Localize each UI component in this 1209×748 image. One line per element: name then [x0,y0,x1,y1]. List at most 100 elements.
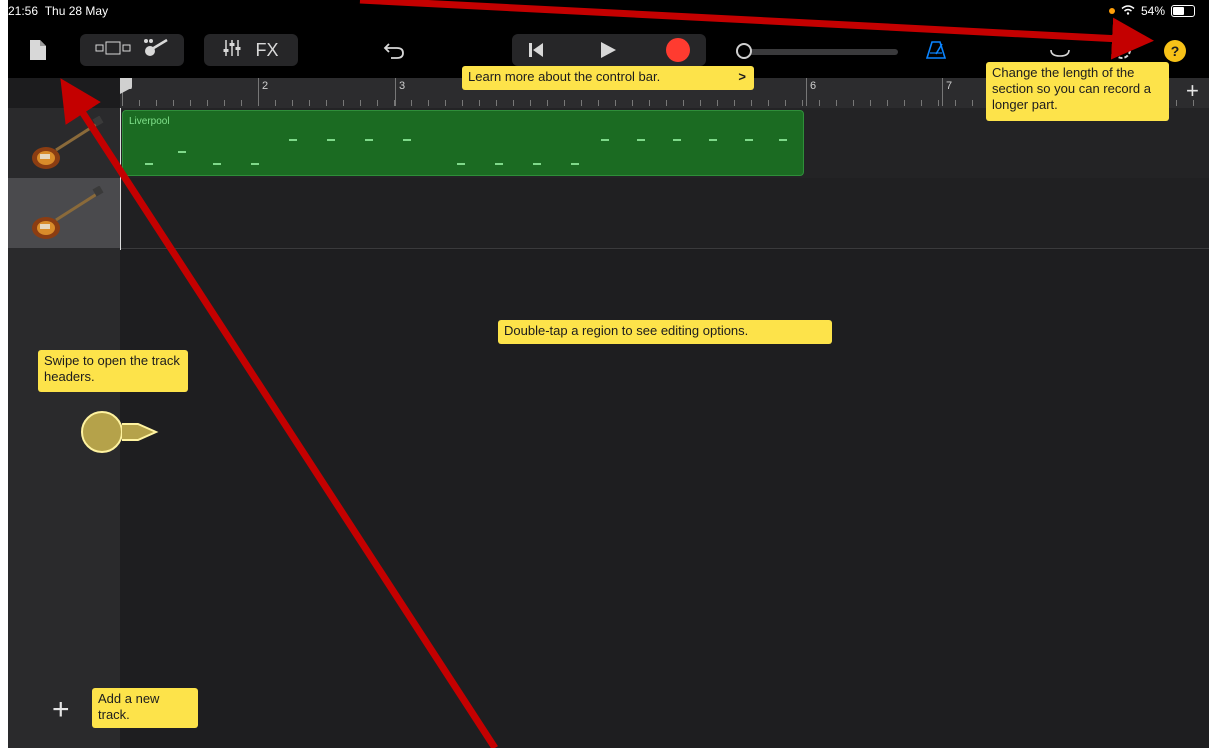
note [571,163,579,165]
note [289,139,297,141]
ruler-tick [564,100,565,106]
ruler-tick [445,100,446,106]
ruler-tick [802,100,803,106]
record-icon[interactable] [666,38,690,62]
help-icon[interactable]: ? [1164,40,1186,62]
playhead-line [120,108,121,250]
ruler-tick [326,100,327,106]
bar-number: 3 [399,80,406,92]
fx-button[interactable]: FX [255,40,278,61]
ruler-tick [547,100,548,106]
loop-icon[interactable] [1048,38,1072,62]
ruler-tick [462,100,463,106]
note [601,139,609,141]
ruler-tick [241,100,242,106]
document-icon[interactable] [24,36,52,64]
ruler-tick [972,100,973,106]
note [745,139,753,141]
ruler-tick [224,100,225,106]
ruler-tick [598,100,599,106]
bar-number: 7 [946,80,953,92]
ruler-tick [819,100,820,106]
note [637,139,645,141]
instrument-browser-icon[interactable] [143,38,169,63]
add-track-icon[interactable]: + [52,695,70,725]
ruler-tick [428,100,429,106]
ruler-tick [207,100,208,106]
ruler-tick [938,100,939,106]
ruler-tick [581,100,582,106]
ruler-tick [887,100,888,106]
control-bar-tip[interactable]: Learn more about the control bar. > [462,66,754,90]
volume-slider[interactable] [736,49,898,55]
battery-percent: 54% [1140,4,1165,18]
note [709,139,717,141]
metronome-icon[interactable] [924,38,948,62]
ruler-tick [530,100,531,106]
ruler-tick [156,100,157,106]
ruler-tick [785,100,786,106]
note [495,163,503,165]
track-lane-2[interactable] [120,178,1209,249]
region-name: Liverpool [129,116,170,127]
undo-icon[interactable] [380,36,408,64]
bass-guitar-icon [26,115,104,179]
ruler-tick [632,100,633,106]
audio-region[interactable]: Liverpool [122,110,804,176]
ruler-tick [836,100,837,106]
ruler-tick [666,100,667,106]
view-toggle-icon[interactable] [95,41,131,60]
note [213,163,221,165]
ruler-tick [275,100,276,106]
ruler-tick [1176,100,1177,106]
bar-line [806,78,807,106]
ruler-tick [768,100,769,106]
ruler-tick [360,100,361,106]
ruler-tick [870,100,871,106]
ruler-tick [190,100,191,106]
bar-line [942,78,943,106]
ruler-tick [615,100,616,106]
add-track-tip: Add a new track. [92,688,198,728]
note [533,163,541,165]
bar-number: 2 [262,80,269,92]
ruler-tick [751,100,752,106]
swipe-gesture-icon [78,410,162,459]
section-length-tip: Change the length of the section so you … [986,62,1169,121]
note [145,163,153,165]
note [779,139,787,141]
ruler-tick [122,100,123,106]
ruler-tick [411,100,412,106]
ruler-tick [173,100,174,106]
add-section-icon[interactable]: + [1186,80,1199,102]
status-time: 21:56 Thu 28 May [8,4,109,18]
ruler-tick [853,100,854,106]
skip-back-icon[interactable] [524,38,548,62]
ruler-tick [717,100,718,106]
ruler-tick [394,100,395,106]
play-icon[interactable] [596,38,620,62]
ruler-tick [955,100,956,106]
settings-icon[interactable] [1108,36,1136,64]
double-tap-tip: Double-tap a region to see editing optio… [498,320,832,344]
track-header-1[interactable] [8,108,120,178]
ruler-tick [904,100,905,106]
bass-guitar-icon [26,185,104,249]
note [178,151,186,153]
note [457,163,465,165]
volume-slider-knob[interactable] [736,43,752,59]
swipe-tip: Swipe to open the track headers. [38,350,188,392]
ruler-tick [139,100,140,106]
mixer-fx-group: FX [204,34,298,66]
garageband-screen: 21:56 Thu 28 May 54% FX ? 2 3 6 7 + Live… [8,0,1209,748]
ruler-tick [496,100,497,106]
status-bar: 21:56 Thu 28 May 54% [8,0,1209,22]
note [403,139,411,141]
ruler-tick [377,100,378,106]
mixer-icon[interactable] [223,39,241,62]
ruler-tick [258,100,259,106]
ruler-tick [921,100,922,106]
track-header-2[interactable] [8,178,120,248]
note [673,139,681,141]
bar-line [395,78,396,106]
